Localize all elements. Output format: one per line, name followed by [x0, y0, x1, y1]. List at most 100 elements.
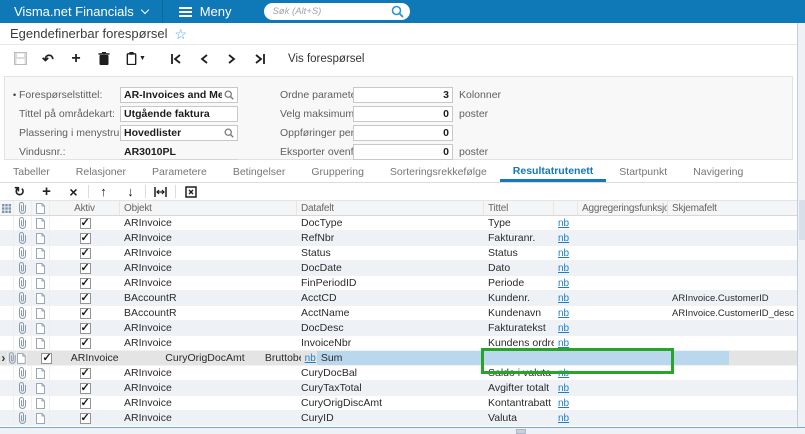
- aktiv-cell[interactable]: [50, 291, 120, 305]
- row-attachments-cell[interactable]: [8, 351, 18, 365]
- note-icon[interactable]: [36, 367, 45, 379]
- objekt-cell[interactable]: BAccountR: [120, 291, 297, 305]
- aktiv-cell[interactable]: [50, 411, 120, 425]
- active-checkbox[interactable]: [79, 246, 91, 259]
- tab-betingelser[interactable]: Betingelser: [220, 163, 299, 182]
- active-checkbox[interactable]: [79, 261, 91, 274]
- aktiv-cell[interactable]: [50, 306, 120, 320]
- tittel-cell[interactable]: Valuta: [484, 411, 554, 425]
- table-row[interactable]: ARInvoiceCuryOrigDiscAmtKontantrabatt nb: [0, 396, 797, 411]
- move-row-down-button[interactable]: ↓: [117, 184, 144, 200]
- add-record-button[interactable]: +: [62, 48, 90, 70]
- nb-language-link[interactable]: nb: [558, 293, 569, 304]
- row-note-cell[interactable]: [32, 246, 50, 260]
- active-checkbox[interactable]: [79, 321, 91, 334]
- field-input[interactable]: Utgående faktura: [120, 105, 238, 122]
- aggregeringsfunksjon-cell[interactable]: [578, 231, 668, 245]
- view-query-button[interactable]: Vis forespørsel: [288, 53, 364, 65]
- skjemafelt-cell[interactable]: [668, 321, 794, 335]
- row-attachments-cell[interactable]: [14, 216, 32, 230]
- tab-relasjoner[interactable]: Relasjoner: [63, 163, 139, 182]
- column-header-aktiv[interactable]: Aktiv: [50, 201, 120, 215]
- paperclip-icon[interactable]: [8, 352, 17, 364]
- attachments-column-header[interactable]: [14, 201, 32, 215]
- aggregeringsfunksjon-cell[interactable]: [578, 411, 668, 425]
- row-note-cell[interactable]: [32, 336, 50, 350]
- delete-row-button[interactable]: ×: [60, 184, 87, 200]
- row-attachments-cell[interactable]: [14, 231, 32, 245]
- row-attachments-cell[interactable]: [14, 366, 32, 380]
- datafelt-cell[interactable]: AcctCD: [297, 291, 484, 305]
- nb-language-link[interactable]: nb: [558, 308, 569, 319]
- skjemafelt-cell[interactable]: ARInvoice.CustomerID_description: [668, 306, 794, 320]
- objekt-cell[interactable]: ARInvoice: [120, 336, 297, 350]
- aktiv-cell[interactable]: [50, 216, 120, 230]
- objekt-cell[interactable]: ARInvoice: [120, 246, 297, 260]
- table-row[interactable]: ARInvoiceDocDescFakturatekst nb: [0, 321, 797, 336]
- field-input[interactable]: AR-Invoices and Memos: [120, 86, 238, 103]
- row-note-cell[interactable]: [32, 306, 50, 320]
- datafelt-cell[interactable]: CuryTaxTotal: [297, 381, 484, 395]
- nb-language-link[interactable]: nb: [558, 368, 569, 379]
- nb-language-link[interactable]: nb: [558, 263, 569, 274]
- column-header-tittel[interactable]: Tittel: [484, 201, 554, 215]
- skjemafelt-cell[interactable]: [668, 336, 794, 350]
- row-note-cell[interactable]: [32, 396, 50, 410]
- objekt-cell[interactable]: ARInvoice: [120, 321, 297, 335]
- note-icon[interactable]: [36, 277, 45, 289]
- active-checkbox[interactable]: [79, 216, 91, 229]
- table-row[interactable]: ARInvoiceCuryIDValuta nb: [0, 411, 797, 426]
- column-header-language[interactable]: [554, 201, 578, 215]
- field-input[interactable]: 0: [353, 124, 453, 141]
- delete-record-button[interactable]: [90, 48, 118, 70]
- field-input[interactable]: AR3010PL: [120, 144, 238, 160]
- table-row[interactable]: ARInvoiceFinPeriodIDPeriode nb: [0, 276, 797, 291]
- active-checkbox[interactable]: [41, 351, 53, 364]
- tittel-cell[interactable]: Kontantrabatt: [484, 396, 554, 410]
- active-checkbox[interactable]: [79, 381, 91, 394]
- table-row[interactable]: BAccountRAcctNameKundenavn nb ARInvoice.Cu…: [0, 306, 797, 321]
- note-icon[interactable]: [36, 247, 45, 259]
- aggregeringsfunksjon-cell[interactable]: [578, 276, 668, 290]
- note-icon[interactable]: [36, 262, 45, 274]
- add-row-button[interactable]: +: [33, 184, 60, 200]
- aktiv-cell[interactable]: [50, 261, 120, 275]
- field-input[interactable]: 3: [353, 86, 453, 103]
- search-icon[interactable]: [391, 5, 404, 18]
- row-attachments-cell[interactable]: [14, 276, 32, 290]
- nb-language-link[interactable]: nb: [558, 383, 569, 394]
- row-note-cell[interactable]: [32, 366, 50, 380]
- tittel-cell[interactable]: Avgifter totalt: [484, 381, 554, 395]
- paperclip-icon[interactable]: [18, 412, 27, 424]
- row-attachments-cell[interactable]: [14, 261, 32, 275]
- paperclip-icon[interactable]: [18, 247, 27, 259]
- fit-columns-button[interactable]: [147, 184, 174, 200]
- row-attachments-cell[interactable]: [14, 336, 32, 350]
- aktiv-cell[interactable]: [50, 336, 120, 350]
- tittel-cell[interactable]: Status: [484, 246, 554, 260]
- objekt-cell[interactable]: ARInvoice: [120, 396, 297, 410]
- grid-settings-header-cell[interactable]: [0, 201, 14, 215]
- tittel-cell[interactable]: Fakturanr.: [484, 231, 554, 245]
- lookup-magnifier-icon[interactable]: [224, 128, 234, 138]
- nb-language-link[interactable]: nb: [558, 233, 569, 244]
- aggregeringsfunksjon-cell[interactable]: Sum: [316, 351, 729, 365]
- aktiv-cell[interactable]: [50, 231, 120, 245]
- clipboard-button[interactable]: ▼: [118, 48, 154, 70]
- field-input[interactable]: 0: [353, 105, 453, 122]
- datafelt-cell[interactable]: CuryDocBal: [297, 366, 484, 380]
- move-row-up-button[interactable]: ↑: [90, 184, 117, 200]
- tab-tabeller[interactable]: Tabeller: [0, 163, 63, 182]
- aktiv-cell[interactable]: [50, 366, 120, 380]
- aggregeringsfunksjon-cell[interactable]: [578, 291, 668, 305]
- table-row[interactable]: ARInvoiceCuryDocBalSaldo i valuta nb: [0, 366, 797, 381]
- nb-language-link[interactable]: nb: [558, 323, 569, 334]
- table-row[interactable]: ARInvoiceDocDateDatonb: [0, 261, 797, 276]
- tab-parametere[interactable]: Parametere: [139, 163, 220, 182]
- row-attachments-cell[interactable]: [14, 321, 32, 335]
- table-row[interactable]: ARInvoiceDocTypeTypenb: [0, 216, 797, 231]
- datafelt-cell[interactable]: FinPeriodID: [297, 276, 484, 290]
- nb-language-link[interactable]: nb: [558, 398, 569, 409]
- tittel-cell[interactable]: Saldo i valuta: [484, 366, 554, 380]
- skjemafelt-cell[interactable]: [668, 381, 794, 395]
